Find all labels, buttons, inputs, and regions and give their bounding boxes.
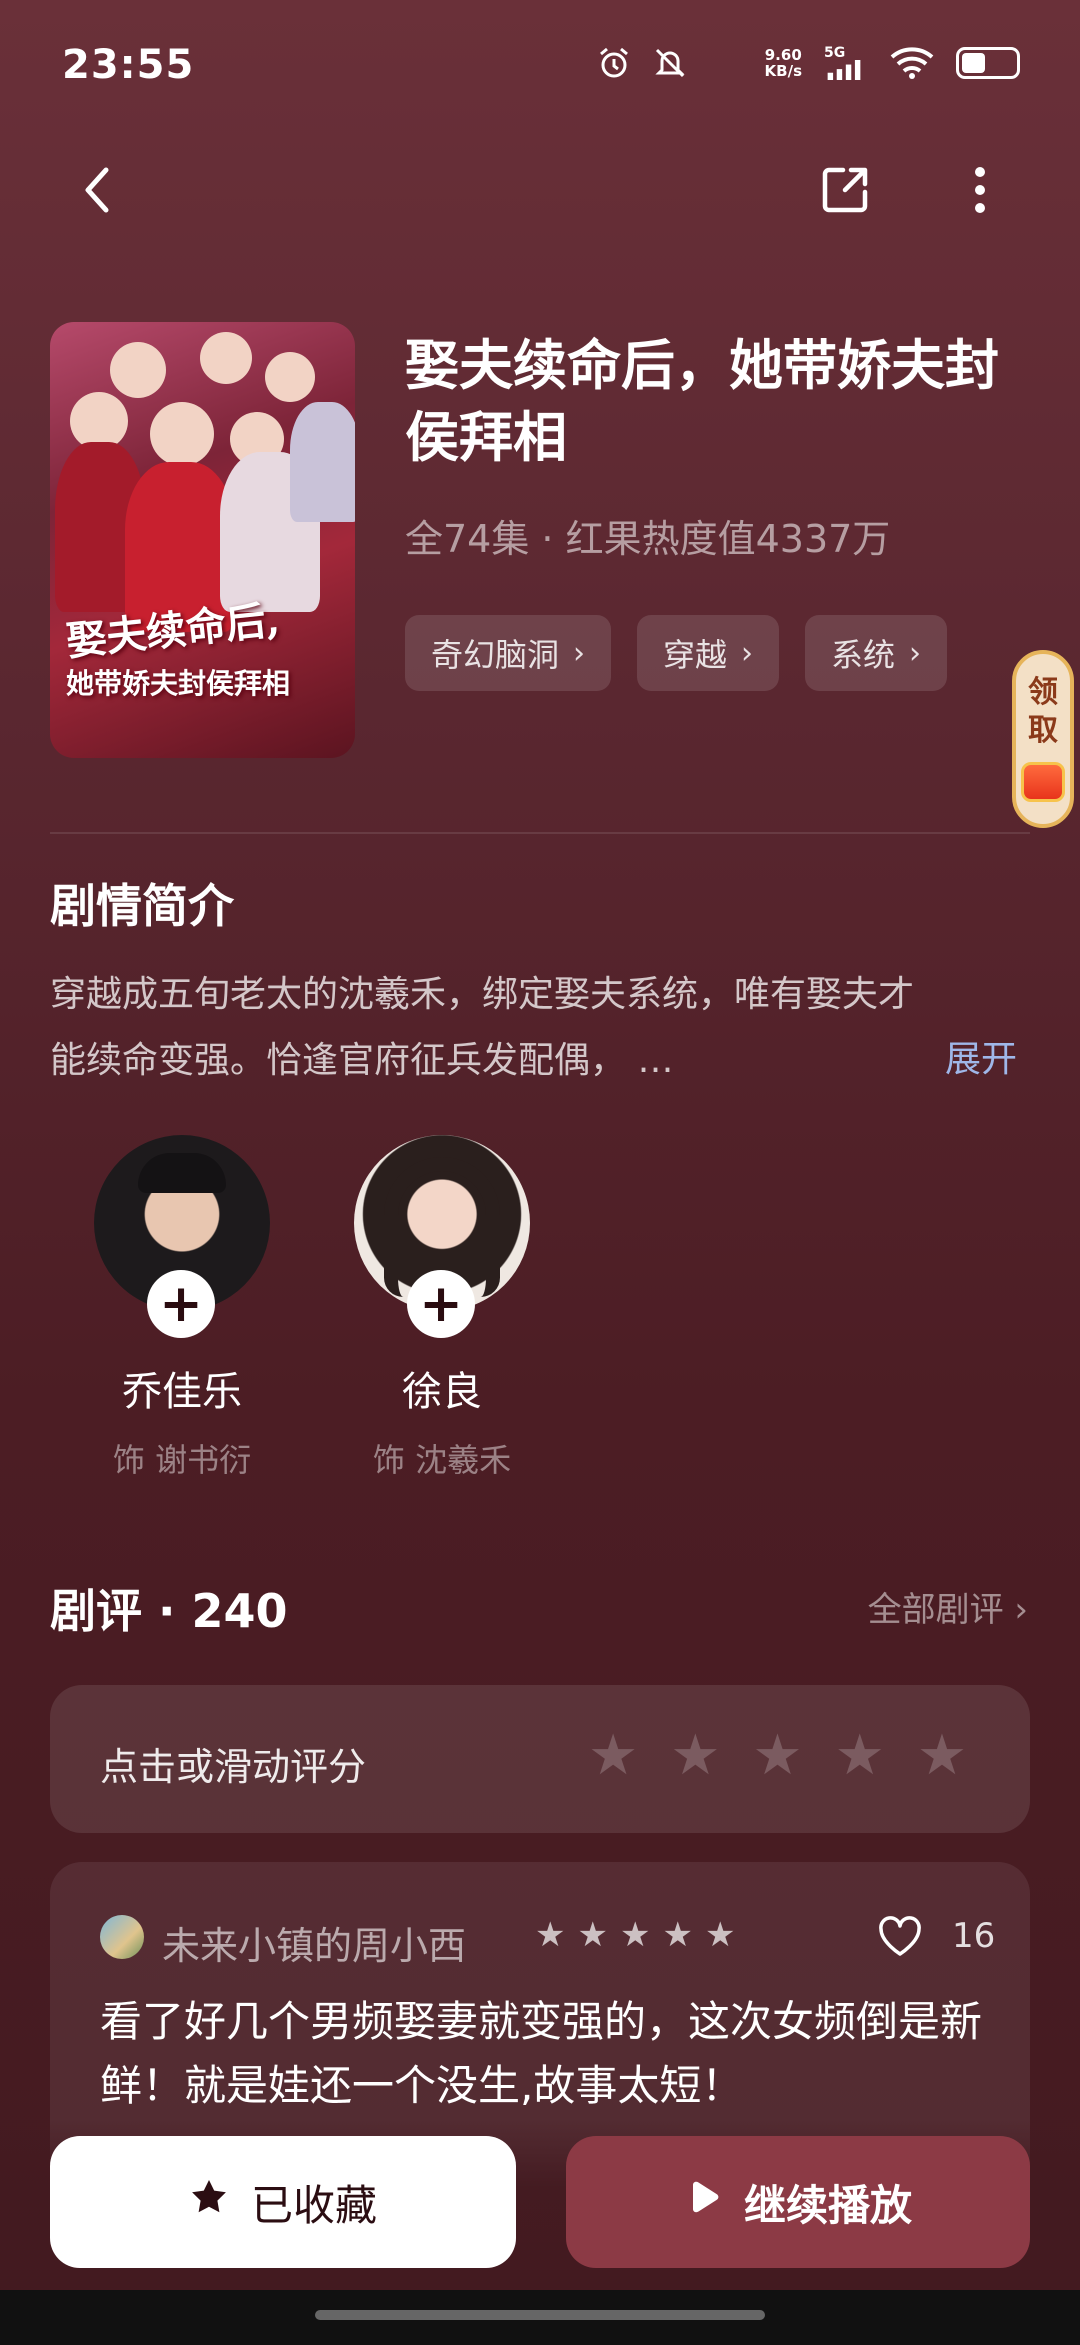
play-icon [684,2178,722,2227]
role-name: 饰 谢书衍 [112,1441,252,1479]
star-icon: ★ [704,1915,736,1955]
actor-name: 徐良 [402,1369,482,1415]
all-reviews-link[interactable]: 全部剧评 › [868,1582,1028,1631]
star-icon[interactable]: ★ [835,1728,885,1784]
status-time: 23:55 [62,42,195,88]
reviews-title: 剧评 · 240 [50,1584,288,1638]
alarm-icon [597,46,631,80]
chevron-right-icon: › [741,635,754,671]
chevron-right-icon: › [1014,1590,1028,1630]
expand-link[interactable]: 展开 [945,1030,1017,1082]
star-icon[interactable]: ★ [588,1728,638,1784]
net-speed: 9.60 KB/s [764,46,802,80]
avatar [100,1915,144,1959]
tag-fantasy[interactable]: 奇幻脑洞 › [405,615,612,691]
synopsis-text: 穿越成五旬老太的沈羲禾，绑定娶夫系统，唯有娶夫才能续命变强。恰逢官府征兵发配偶，… [50,974,915,1081]
signal-icon: 5G [824,46,868,80]
synopsis-title: 剧情简介 [50,879,234,933]
heart-icon[interactable] [875,1912,925,1962]
drama-title: 娶夫续命后，她带娇夫封侯拜相 [405,334,999,469]
chevron-right-icon: › [573,635,586,671]
tag-time-travel[interactable]: 穿越 › [637,615,780,691]
reward-badge[interactable]: 领 取 [1012,650,1074,828]
status-icons: 9.60 KB/s 5G [597,46,1020,80]
review-stars: ★ ★ ★ ★ ★ [535,1918,735,1952]
collect-button[interactable]: 已收藏 [50,2136,516,2268]
poster-subtitle: 她带娇夫封侯拜相 [66,667,291,700]
rating-prompt: 点击或滑动评分 [100,1745,367,1789]
more-icon[interactable] [960,160,1000,220]
chevron-right-icon: › [909,635,922,671]
follow-button[interactable]: + [147,1270,215,1338]
rating-stars[interactable]: ★ ★ ★ ★ ★ [588,1728,967,1784]
star-icon: ★ [619,1915,651,1955]
star-icon[interactable]: ★ [752,1728,802,1784]
mute-icon [653,46,687,80]
back-icon[interactable] [70,160,130,220]
plus-icon: + [419,1274,463,1334]
review-text: 看了好几个男频娶妻就变强的，这次女频倒是新鲜！就是娃还一个没生,故事太短！ [100,1997,983,2110]
tag-system[interactable]: 系统 › [805,615,948,691]
star-icon[interactable]: ★ [917,1728,967,1784]
star-icon: ★ [577,1915,608,1955]
tag-list: 奇幻脑洞 › 穿越 › 系统 › [405,615,948,691]
star-icon[interactable]: ★ [670,1728,720,1784]
divider [50,832,1030,834]
plus-icon: + [159,1274,203,1334]
continue-play-button[interactable]: 继续播放 [566,2136,1030,2268]
actor-name: 乔佳乐 [122,1369,242,1415]
star-icon [189,2177,229,2227]
follow-button[interactable]: + [407,1270,475,1338]
moon-icon [709,46,743,80]
like-count: 16 [952,1916,996,1956]
reviewer-name: 未来小镇的周小西 [162,1924,467,1968]
drama-poster[interactable]: 娶夫续命后, 她带娇夫封侯拜相 [50,322,355,758]
home-indicator[interactable] [315,2310,765,2320]
star-icon: ★ [535,1915,566,1955]
wifi-icon [890,46,934,80]
battery-icon [956,47,1020,79]
drama-meta: 全74集 · 红果热度值4337万 [405,517,891,561]
role-name: 饰 沈羲禾 [372,1441,512,1479]
red-envelope-icon [1021,762,1065,802]
star-icon: ★ [662,1915,693,1955]
share-icon[interactable] [815,160,875,220]
